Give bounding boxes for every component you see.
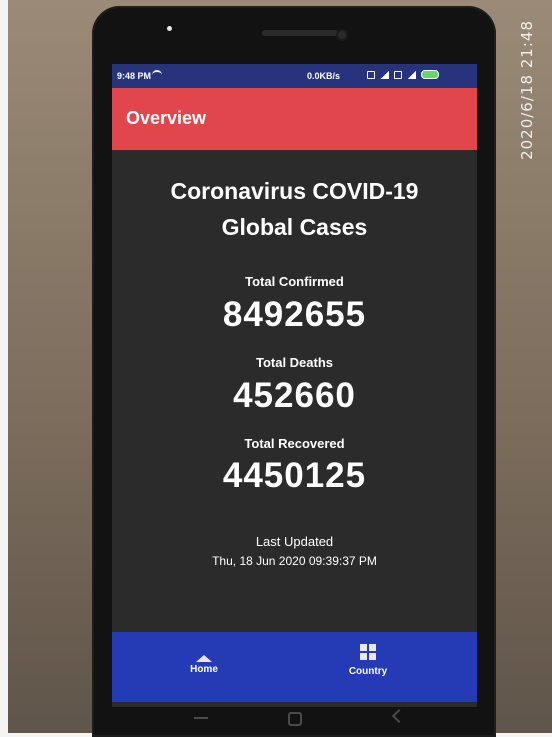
system-navigation bbox=[112, 708, 477, 737]
signal-strength-icon bbox=[407, 70, 416, 79]
battery-icon bbox=[421, 70, 439, 79]
grid-icon bbox=[360, 644, 376, 660]
bottom-navigation: Home Country bbox=[112, 632, 477, 702]
overview-content: Coronavirus COVID-19 Global Cases Total … bbox=[112, 150, 477, 632]
back-key-icon[interactable] bbox=[391, 708, 407, 724]
total-confirmed-value: 8492655 bbox=[222, 295, 367, 334]
menu-key-icon[interactable] bbox=[194, 717, 208, 719]
total-recovered-value: 4450125 bbox=[222, 456, 367, 495]
headline-line2: Global Cases bbox=[221, 214, 368, 240]
front-led bbox=[167, 26, 172, 31]
timestamp-watermark: 2020/6/18 21:48 bbox=[518, 20, 536, 160]
total-deaths-label: Total Deaths bbox=[255, 355, 334, 370]
total-recovered-label: Total Recovered bbox=[244, 436, 345, 451]
signal-icon bbox=[380, 70, 389, 79]
home-key-icon[interactable] bbox=[288, 712, 302, 726]
status-time: 9:48 PM bbox=[117, 71, 152, 81]
status-icons bbox=[367, 70, 439, 79]
nav-country[interactable]: Country bbox=[308, 644, 428, 690]
nav-home[interactable]: Home bbox=[144, 644, 264, 690]
app-bar-title: Overview bbox=[126, 108, 207, 128]
last-updated-value: Thu, 18 Jun 2020 09:39:37 PM bbox=[212, 554, 377, 568]
app-bar: Overview bbox=[112, 88, 477, 150]
notification-icon bbox=[367, 70, 375, 79]
total-confirmed-label: Total Confirmed bbox=[245, 274, 344, 289]
front-camera bbox=[336, 29, 348, 41]
total-deaths-value: 452660 bbox=[233, 376, 356, 415]
nav-country-label: Country bbox=[348, 666, 388, 677]
network-speed: 0.0KB/s bbox=[307, 71, 341, 81]
last-updated-label: Last Updated bbox=[255, 534, 334, 549]
photo-background: 2020/6/18 21:48 9:48 PM 0.0KB/s Overview bbox=[0, 0, 552, 737]
headline-line1: Coronavirus COVID-19 bbox=[170, 178, 419, 204]
phone-device: 9:48 PM 0.0KB/s Overview Coronavirus COV… bbox=[92, 6, 496, 737]
photo-border-left bbox=[0, 0, 8, 737]
nav-home-label: Home bbox=[190, 664, 218, 675]
status-bar: 9:48 PM 0.0KB/s bbox=[112, 64, 477, 88]
phone-screen: 9:48 PM 0.0KB/s Overview Coronavirus COV… bbox=[112, 64, 477, 707]
home-icon bbox=[196, 644, 212, 662]
wifi-icon bbox=[152, 70, 162, 80]
sim-icon bbox=[394, 70, 402, 79]
earpiece bbox=[262, 30, 338, 36]
